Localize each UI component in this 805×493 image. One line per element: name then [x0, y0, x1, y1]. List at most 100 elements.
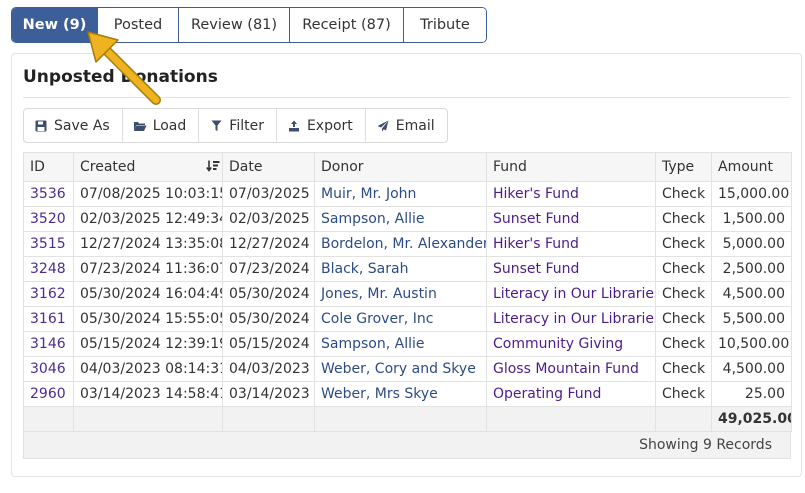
column-header-created[interactable]: Created [73, 152, 223, 182]
cell-date: 12/27/2024 [222, 231, 315, 257]
tab-receipt[interactable]: Receipt (87) [290, 8, 404, 42]
tab-new-label: New (9) [22, 17, 87, 33]
id-link[interactable]: 3146 [30, 336, 66, 352]
cell-fund: Sunset Fund [486, 256, 656, 282]
total-cell-blank [23, 406, 74, 432]
filter-label: Filter [229, 117, 264, 134]
cell-fund: Literacy in Our Libraries [486, 281, 656, 307]
id-link[interactable]: 3536 [30, 186, 66, 202]
records-footer: Showing 9 Records [23, 432, 791, 459]
cell-created: 05/30/2024 16:04:49 [73, 281, 223, 307]
cell-type: Check [655, 256, 712, 282]
donor-link[interactable]: Muir, Mr. John [321, 186, 416, 202]
export-icon [287, 119, 301, 133]
cell-date: 04/03/2023 [222, 356, 315, 382]
table-row[interactable]: 3536 07/08/2025 10:03:15 07/03/2025 Muir, M… [23, 181, 792, 207]
total-cell-blank [222, 406, 315, 432]
column-header-donor[interactable]: Donor [314, 152, 487, 182]
export-button[interactable]: Export [277, 109, 366, 142]
id-link[interactable]: 2960 [30, 386, 66, 402]
table-row[interactable]: 3146 05/15/2024 12:39:19 05/15/2024 Sampson… [23, 331, 792, 357]
id-link[interactable]: 3248 [30, 261, 66, 277]
table-row[interactable]: 3161 05/30/2024 15:55:05 05/30/2024 Cole Gr… [23, 306, 792, 332]
fund-link[interactable]: Literacy in Our Libraries [493, 311, 655, 327]
total-row: 49,025.00 [23, 406, 792, 432]
total-cell-blank [655, 406, 712, 432]
cell-donor: Bordelon, Mr. Alexander [314, 231, 487, 257]
tab-tribute[interactable]: Tribute [404, 8, 486, 42]
id-link[interactable]: 3046 [30, 361, 66, 377]
cell-donor: Cole Grover, Inc [314, 306, 487, 332]
save-as-label: Save As [54, 117, 110, 134]
cell-type: Check [655, 356, 712, 382]
cell-amount: 15,000.00 [711, 181, 792, 207]
cell-id: 3161 [23, 306, 74, 332]
column-header-date[interactable]: Date [222, 152, 315, 182]
donor-link[interactable]: Jones, Mr. Austin [321, 286, 437, 302]
cell-donor: Weber, Cory and Skye [314, 356, 487, 382]
tab-review[interactable]: Review (81) [179, 8, 290, 42]
id-link[interactable]: 3161 [30, 311, 66, 327]
tab-posted-label: Posted [113, 17, 163, 33]
id-link[interactable]: 3515 [30, 236, 66, 252]
cell-date: 05/30/2024 [222, 306, 315, 332]
cell-created: 03/14/2023 14:58:41 [73, 381, 223, 407]
donor-link[interactable]: Sampson, Allie [321, 336, 424, 352]
total-cell-blank [486, 406, 656, 432]
table-row[interactable]: 3248 07/23/2024 11:36:07 07/23/2024 Black, … [23, 256, 792, 282]
table-row[interactable]: 3046 04/03/2023 08:14:31 04/03/2023 Weber, … [23, 356, 792, 382]
id-link[interactable]: 3520 [30, 211, 66, 227]
fund-link[interactable]: Literacy in Our Libraries [493, 286, 655, 302]
cell-created: 02/03/2025 12:49:34 [73, 206, 223, 232]
email-button[interactable]: Email [366, 109, 447, 142]
table-row[interactable]: 3162 05/30/2024 16:04:49 05/30/2024 Jones, … [23, 281, 792, 307]
cell-date: 07/23/2024 [222, 256, 315, 282]
id-link[interactable]: 3162 [30, 286, 66, 302]
status-tabs: New (9) Posted Review (81) Receipt (87) … [11, 7, 487, 43]
donor-link[interactable]: Black, Sarah [321, 261, 408, 277]
fund-link[interactable]: Community Giving [493, 336, 623, 352]
donor-link[interactable]: Cole Grover, Inc [321, 311, 433, 327]
cell-fund: Gloss Mountain Fund [486, 356, 656, 382]
cell-fund: Sunset Fund [486, 206, 656, 232]
folder-open-icon [133, 119, 147, 133]
fund-link[interactable]: Sunset Fund [493, 261, 579, 277]
cell-type: Check [655, 381, 712, 407]
save-as-button[interactable]: Save As [24, 109, 123, 142]
column-header-fund[interactable]: Fund [486, 152, 656, 182]
fund-link[interactable]: Operating Fund [493, 386, 601, 402]
donor-link[interactable]: Weber, Mrs Skye [321, 386, 438, 402]
donor-link[interactable]: Weber, Cory and Skye [321, 361, 476, 377]
donor-link[interactable]: Bordelon, Mr. Alexander [321, 236, 486, 252]
cell-type: Check [655, 231, 712, 257]
donor-link[interactable]: Sampson, Allie [321, 211, 424, 227]
tab-posted[interactable]: Posted [98, 8, 179, 42]
load-button[interactable]: Load [123, 109, 200, 142]
fund-link[interactable]: Gloss Mountain Fund [493, 361, 639, 377]
cell-amount: 5,500.00 [711, 306, 792, 332]
cell-id: 3248 [23, 256, 74, 282]
title-divider [23, 97, 790, 98]
cell-donor: Sampson, Allie [314, 206, 487, 232]
fund-link[interactable]: Hiker's Fund [493, 186, 579, 202]
donations-panel: Unposted Donations Save As Load Filter E… [11, 53, 802, 477]
cell-id: 2960 [23, 381, 74, 407]
table-row[interactable]: 3520 02/03/2025 12:49:34 02/03/2025 Sampson… [23, 206, 792, 232]
cell-amount: 1,500.00 [711, 206, 792, 232]
cell-type: Check [655, 306, 712, 332]
export-label: Export [306, 117, 353, 134]
fund-link[interactable]: Hiker's Fund [493, 236, 579, 252]
table-row[interactable]: 2960 03/14/2023 14:58:41 03/14/2023 Weber, … [23, 381, 792, 407]
column-header-amount[interactable]: Amount [711, 152, 792, 182]
tab-new[interactable]: New (9) [12, 8, 98, 42]
fund-link[interactable]: Sunset Fund [493, 211, 579, 227]
filter-button[interactable]: Filter [199, 109, 277, 142]
page-title: Unposted Donations [23, 67, 218, 87]
table-row[interactable]: 3515 12/27/2024 13:35:08 12/27/2024 Bordelo… [23, 231, 792, 257]
cell-amount: 4,500.00 [711, 356, 792, 382]
cell-fund: Community Giving [486, 331, 656, 357]
cell-date: 05/30/2024 [222, 281, 315, 307]
column-header-type[interactable]: Type [655, 152, 712, 182]
cell-fund: Literacy in Our Libraries [486, 306, 656, 332]
column-header-id[interactable]: ID [23, 152, 74, 182]
